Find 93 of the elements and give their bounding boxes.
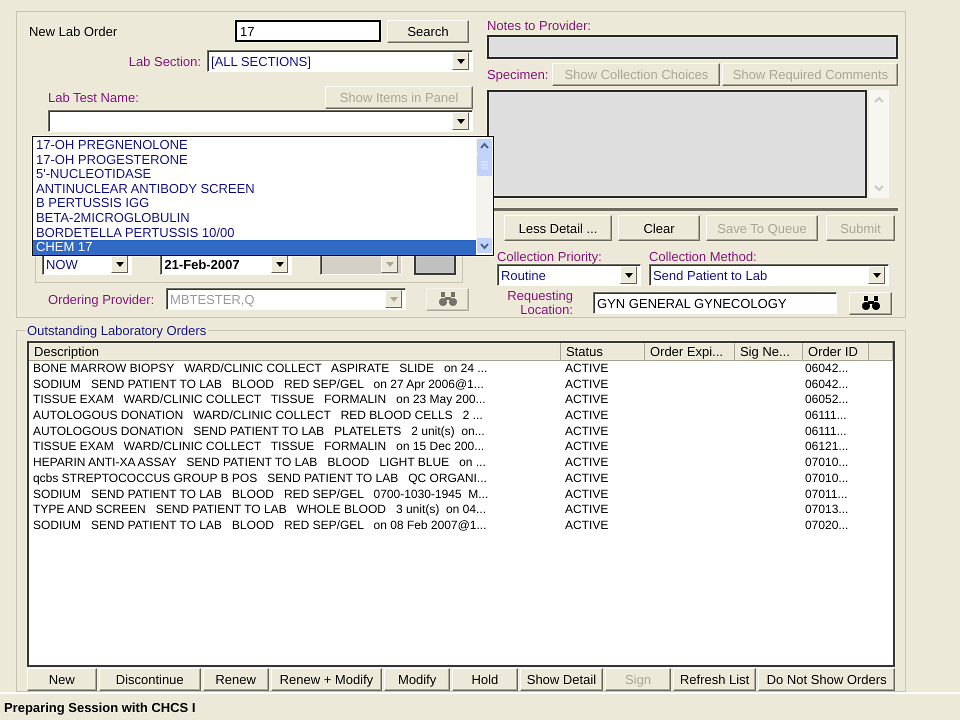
lab-test-combo[interactable] [48,110,473,132]
order-button[interactable]: Renew [202,668,269,691]
action-button[interactable]: Clear [618,215,700,241]
scrollbar-track[interactable] [869,90,889,198]
table-cell-text: 06121... [804,439,850,456]
priority-select[interactable]: Routine [497,264,641,286]
dropdown-arrow-icon[interactable] [872,272,880,278]
table-cell-text: 06052... [804,392,850,408]
form-title: New Lab Order [29,24,118,38]
action-button[interactable]: Less Detail ... [504,215,612,241]
location-lookup-button[interactable] [849,292,892,314]
table-cell-text: BONE MARROW BIOPSY WARD/CLINIC COLLECT ASPIRATE SLIDE on 24 ... [32,361,488,377]
table-cell-text: 07010... [804,455,850,471]
field-label: Lab Test Name: [48,90,139,104]
column-header[interactable]: Sig Ne... [735,343,803,361]
table-cell-text: HEPARIN ANTI-XA ASSAY SEND PATIENT TO LAB BLOOD LIGHT BLUE on ... [32,455,487,471]
section-title: Outstanding Laboratory Orders [25,323,208,338]
field-label: Lab Section: [128,54,201,68]
table-cell-text: SODIUM SEND PATIENT TO LAB BLOOD RED SEP/GEL on 27 Apr 2006@1... [32,376,485,392]
table-cell-text: AUTOLOGOUS DONATION WARD/CLINIC COLLECT RED BLOOD CELLS 2 ... [32,408,484,424]
field-label: Notes to Provider: [487,18,592,33]
column-header[interactable]: Description [29,343,561,361]
table-cell-text: SODIUM SEND PATIENT TO LAB BLOOD RED SEP/GEL 0700-1030-1945 M... [32,486,490,502]
scroll-thumb[interactable] [477,154,492,176]
table-cell-text: ACTIVE [564,439,610,456]
table-cell-text: qcbs STREPTOCOCCUS GROUP B POS SEND PATIENT TO LAB QC ORGANI... [32,470,488,487]
table-cell-text: 07020... [804,518,850,534]
dropdown-arrow-icon[interactable] [456,118,464,124]
table-cell-text: TISSUE EXAM WARD/CLINIC COLLECT TISSUE FORMALIN on 23 May 200... [32,392,487,408]
field-label: Collection Priority: [497,249,603,264]
scroll-down-icon[interactable] [477,238,492,253]
table-cell-text: AUTOLOGOUS DONATION SEND PATIENT TO LAB PLATELETS 2 unit(s) on... [32,424,486,440]
search-field[interactable]: 17 [235,20,381,42]
table-cell-text: 06111... [804,424,848,440]
table-cell-text: 06042... [804,361,850,377]
location-field[interactable]: GYN GENERAL GYNECOLOGY [593,292,837,314]
table-cell-text: ACTIVE [564,455,610,471]
table-cell-text: ACTIVE [564,470,610,487]
order-button[interactable]: Modify [384,668,450,691]
test-list-item[interactable]: 5'-NUCLEOTIDASE [33,167,476,182]
column-header[interactable]: Order Expi... [645,343,735,361]
search-button[interactable]: Search [387,20,469,42]
dropdown-arrow-icon[interactable] [276,262,284,266]
test-list-item[interactable]: ANTINUCLEAR ANTIBODY SCREEN [33,182,476,196]
order-button[interactable]: Renew + Modify [270,668,382,691]
table-cell-text: ACTIVE [564,361,610,377]
notes-field[interactable] [487,35,898,59]
dropdown-arrow-icon[interactable] [624,272,632,278]
field-label: Requesting Location: [506,289,573,317]
test-list-item[interactable]: 17-OH PROGESTERONE [33,152,476,168]
status-bar: Preparing Session with CHCS I [0,692,960,720]
method-select[interactable]: Send Patient to Lab [649,264,889,286]
binoculars-icon [438,292,456,306]
field-label: Ordering Provider: [48,292,156,306]
order-button[interactable]: Do Not Show Orders [758,668,895,691]
order-button[interactable]: New [27,668,97,691]
test-list-item[interactable]: BETA-2MICROGLOBULIN [33,210,476,226]
field-label: Collection Method: [649,249,758,264]
table-cell-text: 06042... [804,376,850,392]
test-list-item[interactable]: CHEM 17 [33,240,476,255]
table-cell-text: ACTIVE [564,408,610,424]
dropdown-arrow-icon[interactable] [116,262,124,266]
scroll-up-icon[interactable] [477,139,492,154]
test-list[interactable]: 17-OH PREGNENOLONE 17-OH PROGESTERONE 5'-NUCLEOTIDASE ANTINUCLEAR ANTIBODY SCREEN B PERTUSSIS IGG BETA-2MICROGLOBULIN BORDETELLA PERTUSSIS 10/00 CHEM 17 [32,136,494,256]
field-label: Specimen: [487,67,548,82]
table-cell-text: ACTIVE [564,424,610,440]
table-cell-text: ACTIVE [564,392,610,408]
table-cell-text: TYPE AND SCREEN SEND PATIENT TO LAB WHOLE BLOOD 3 unit(s) on 04... [32,502,488,518]
binoculars-icon [862,296,880,310]
order-button[interactable]: Show Detail [520,668,604,691]
table-cell-text: ACTIVE [564,376,610,392]
column-header[interactable]: Status [561,343,645,361]
order-button[interactable]: Hold [452,668,518,691]
table-cell-text: 06111... [804,408,848,424]
table-cell-text: ACTIVE [564,518,610,534]
table-cell-text: ACTIVE [564,486,610,502]
column-header [869,343,893,361]
dropdown-arrow-icon[interactable] [456,58,464,64]
column-header[interactable]: Order ID [803,343,869,361]
test-list-item[interactable]: BORDETELLA PERTUSSIS 10/00 [33,226,476,240]
test-list-item[interactable]: 17-OH PREGNENOLONE [33,138,476,153]
table-cell-text: SODIUM SEND PATIENT TO LAB BLOOD RED SEP/GEL on 08 Feb 2007@1... [32,518,488,534]
lab-section-select[interactable]: [ALL SECTIONS] [207,50,473,72]
table-cell-text: 07011... [804,486,848,502]
specimen-text-area[interactable] [487,90,867,198]
table-cell-text: 07013... [804,502,850,518]
provider-lookup-button[interactable] [426,288,469,310]
table-cell-text: 07010... [804,470,850,487]
test-list-item[interactable]: B PERTUSSIS IGG [33,196,476,211]
table-cell-text: TISSUE EXAM WARD/CLINIC COLLECT TISSUE FORMALIN on 15 Dec 200... [32,439,486,456]
table-cell-text: ACTIVE [564,502,610,518]
order-button[interactable]: Discontinue [98,668,201,691]
order-button[interactable]: Refresh List [672,668,756,691]
